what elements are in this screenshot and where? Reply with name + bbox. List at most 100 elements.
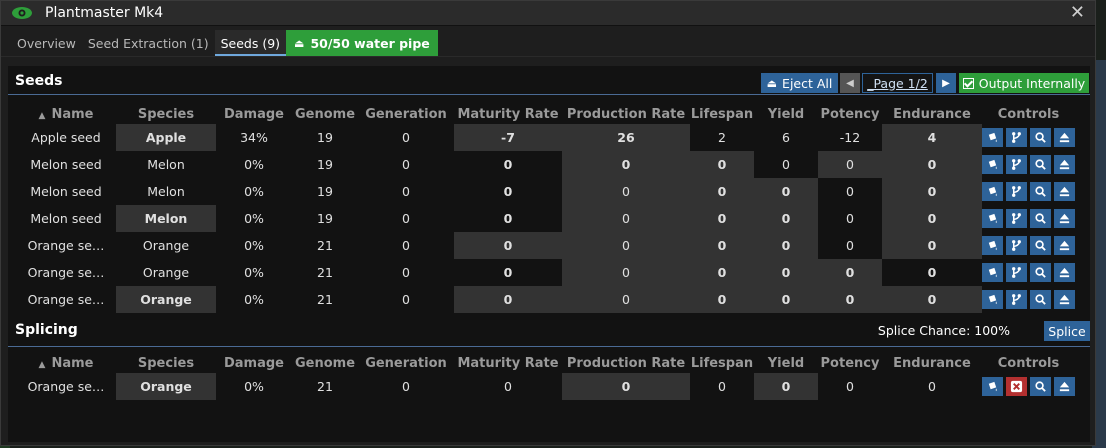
branch-button[interactable] <box>1006 290 1027 309</box>
seed-row: Melon seed Melon 0% 19 0 0 0 0 0 0 0 <box>16 205 1075 232</box>
bucket-icon <box>986 185 999 198</box>
cell-yield: 0 <box>754 205 818 232</box>
magnify-button[interactable] <box>1030 236 1051 255</box>
magnify-button[interactable] <box>1030 209 1051 228</box>
cell-species: Orange <box>116 373 216 400</box>
page-indicator[interactable]: _Page 1/2 <box>862 73 933 93</box>
cell-controls <box>982 151 1075 178</box>
bucket-button[interactable] <box>982 263 1003 282</box>
column-header-name[interactable]: ▲ Name <box>16 353 116 373</box>
output-internally-toggle[interactable]: Output Internally <box>959 73 1089 93</box>
column-header-label: Genome <box>294 106 356 122</box>
magnify-icon <box>1034 131 1047 144</box>
cell-production-rate: 0 <box>562 259 690 286</box>
column-header-label: Generation <box>365 355 447 371</box>
column-header-label: Production Rate <box>566 106 686 122</box>
magnify-icon <box>1034 185 1047 198</box>
column-header-label: Potency <box>820 106 880 122</box>
column-header-yield: Yield <box>754 353 818 373</box>
next-page-button[interactable]: ▶ <box>936 73 956 93</box>
branch-icon <box>1010 131 1023 144</box>
cell-lifespan: 0 <box>690 178 754 205</box>
output-internally-label: Output Internally <box>978 75 1086 91</box>
bucket-icon <box>986 212 999 225</box>
eject-button[interactable] <box>1054 155 1075 174</box>
magnify-button[interactable] <box>1030 155 1051 174</box>
magnify-button[interactable] <box>1030 128 1051 147</box>
cell-species: Orange <box>142 238 190 253</box>
cell-species: Apple <box>116 124 216 151</box>
cell-name: Apple seed <box>31 130 101 145</box>
remove-icon <box>1010 380 1023 393</box>
bucket-icon <box>986 266 999 279</box>
main-content: Seeds ⏏ Eject All ◀ _Page 1/2 ▶ Output I… <box>8 66 1090 442</box>
eject-all-button[interactable]: ⏏ Eject All <box>761 73 838 93</box>
eject-button[interactable] <box>1054 236 1075 255</box>
eject-button[interactable] <box>1054 263 1075 282</box>
cell-potency: 0 <box>846 238 854 253</box>
splice-button[interactable]: Splice <box>1044 321 1090 341</box>
cell-maturity-rate: 0 <box>503 184 513 199</box>
seed-row: Melon seed Melon 0% 19 0 0 0 0 0 0 0 <box>16 178 1075 205</box>
seeds-table: ▲ Name Species Damage Genome Generation Maturi… <box>16 104 1075 313</box>
cell-species: Orange <box>142 265 190 280</box>
cell-damage: 0% <box>244 157 264 172</box>
eject-icon: ⏏ <box>294 36 305 50</box>
cell-genome: 19 <box>317 211 333 226</box>
column-header-label: Controls <box>997 355 1060 371</box>
magnify-button[interactable] <box>1030 377 1051 396</box>
eject-button[interactable] <box>1054 128 1075 147</box>
cell-maturity-rate: 0 <box>503 265 513 280</box>
cell-maturity-rate: 0 <box>454 286 562 313</box>
cell-generation: 0 <box>402 379 410 394</box>
eject-button[interactable] <box>1054 209 1075 228</box>
cell-potency: 0 <box>818 151 882 178</box>
close-icon[interactable]: ✕ <box>1070 4 1085 22</box>
tab-seed-extraction[interactable]: Seed Extraction (1) <box>82 30 215 56</box>
column-header-label: Genome <box>294 355 356 371</box>
branch-button[interactable] <box>1006 236 1027 255</box>
branch-button[interactable] <box>1006 209 1027 228</box>
magnify-icon <box>1034 212 1047 225</box>
tab-water-pipe[interactable]: ⏏ 50/50 water pipe <box>286 30 438 56</box>
cell-lifespan: 0 <box>690 259 754 286</box>
eject-button[interactable] <box>1054 182 1075 201</box>
cell-yield: 0 <box>754 259 818 286</box>
magnify-button[interactable] <box>1030 182 1051 201</box>
cell-damage: 0% <box>244 379 264 394</box>
magnify-button[interactable] <box>1030 263 1051 282</box>
bucket-icon <box>986 239 999 252</box>
seed-row: Apple seed Apple 34% 19 0 -7 26 2 6 -12 4 <box>16 124 1075 151</box>
branch-button[interactable] <box>1006 182 1027 201</box>
bucket-button[interactable] <box>982 155 1003 174</box>
bucket-button[interactable] <box>982 182 1003 201</box>
magnify-button[interactable] <box>1030 290 1051 309</box>
cell-potency: -12 <box>839 130 861 145</box>
cell-endurance: 0 <box>882 178 982 205</box>
cell-production-rate: 0 <box>562 373 690 400</box>
bucket-button[interactable] <box>982 290 1003 309</box>
eject-button[interactable] <box>1054 377 1075 396</box>
bucket-button[interactable] <box>982 128 1003 147</box>
column-header-name[interactable]: ▲ Name <box>16 104 116 124</box>
tab-overview[interactable]: Overview <box>11 30 82 56</box>
cell-name: Melon seed <box>30 211 102 226</box>
cell-name: Melon seed <box>30 184 102 199</box>
cell-production-rate: 0 <box>562 151 690 178</box>
branch-button[interactable] <box>1006 128 1027 147</box>
eject-all-label: Eject All <box>782 75 833 91</box>
splice-row: Orange se… Orange 0% 21 0 0 0 0 0 0 0 <box>16 373 1075 400</box>
branch-button[interactable] <box>1006 155 1027 174</box>
bucket-button[interactable] <box>982 209 1003 228</box>
cell-production-rate: 26 <box>562 124 690 151</box>
bucket-button[interactable] <box>982 377 1003 396</box>
bucket-button[interactable] <box>982 236 1003 255</box>
remove-button[interactable] <box>1006 377 1027 396</box>
eject-button[interactable] <box>1054 290 1075 309</box>
prev-page-button[interactable]: ◀ <box>840 73 860 93</box>
cell-genome: 21 <box>317 265 333 280</box>
branch-button[interactable] <box>1006 263 1027 282</box>
tab-seeds[interactable]: Seeds (9) <box>214 30 287 56</box>
column-header-label: Name <box>51 106 94 122</box>
bucket-icon <box>986 131 999 144</box>
